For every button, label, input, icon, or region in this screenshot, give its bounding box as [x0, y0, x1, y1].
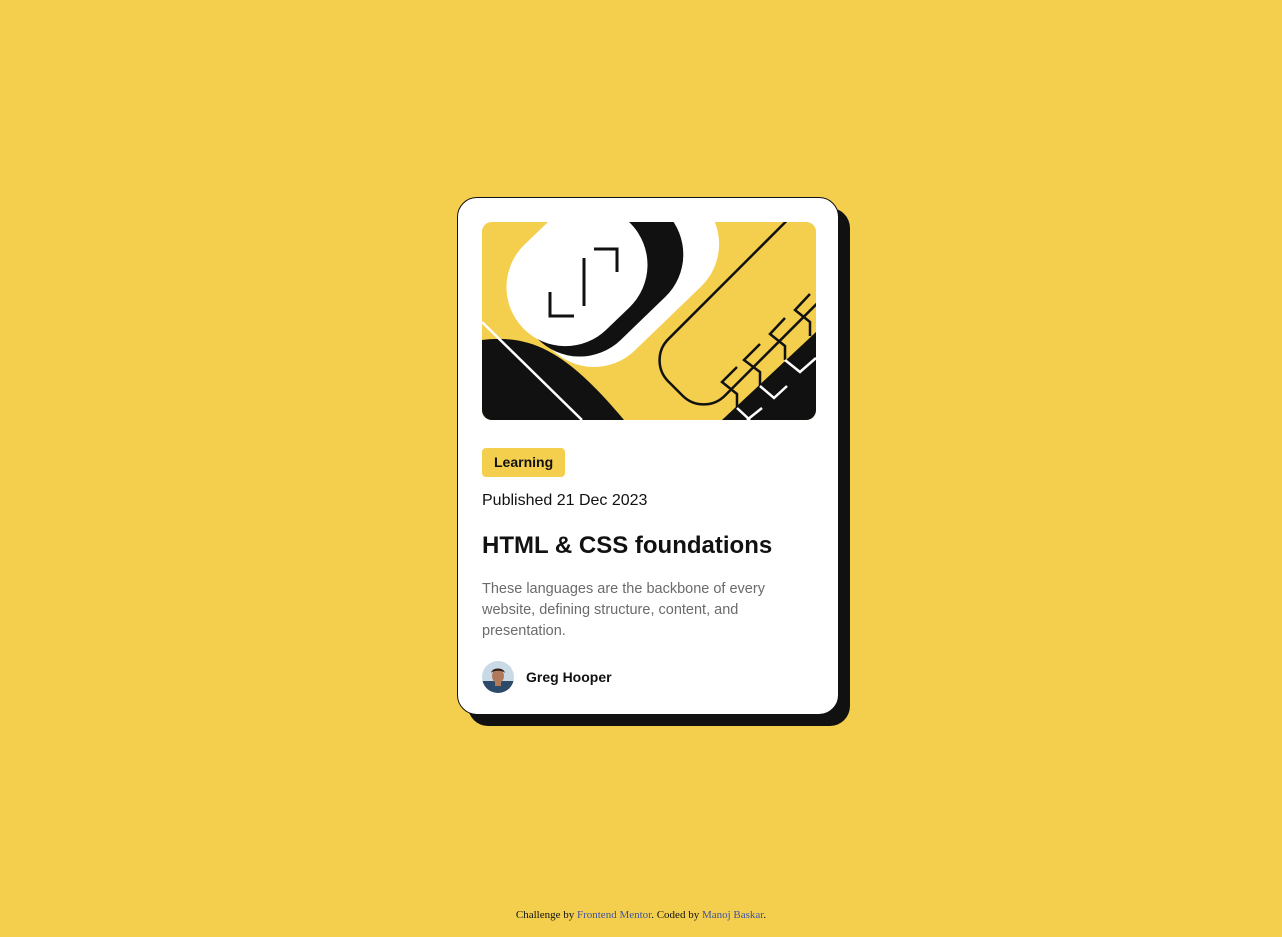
card-description: These languages are the backbone of ever… — [482, 581, 765, 639]
category-tag: Learning — [482, 448, 566, 477]
attribution-middle: . Coded by — [651, 909, 702, 921]
frontend-mentor-link[interactable]: Frontend Mentor — [577, 909, 651, 921]
attribution: Challenge by Frontend Mentor. Coded by M… — [0, 909, 1282, 921]
author-block: Greg Hooper — [482, 661, 612, 693]
author-avatar-icon — [482, 661, 514, 693]
published-date: Published 21 Dec 2023 — [482, 492, 648, 509]
attribution-suffix: . — [763, 909, 767, 921]
author-name: Greg Hooper — [526, 669, 612, 685]
attribution-prefix: Challenge by — [515, 909, 577, 921]
blog-preview-card: Learning Published 21 Dec 2023 HTML & CS… — [457, 197, 839, 715]
blog-illustration-image — [482, 222, 816, 420]
card-title[interactable]: HTML & CSS foundations — [482, 531, 814, 561]
author-link[interactable]: Manoj Baskar — [702, 909, 763, 921]
